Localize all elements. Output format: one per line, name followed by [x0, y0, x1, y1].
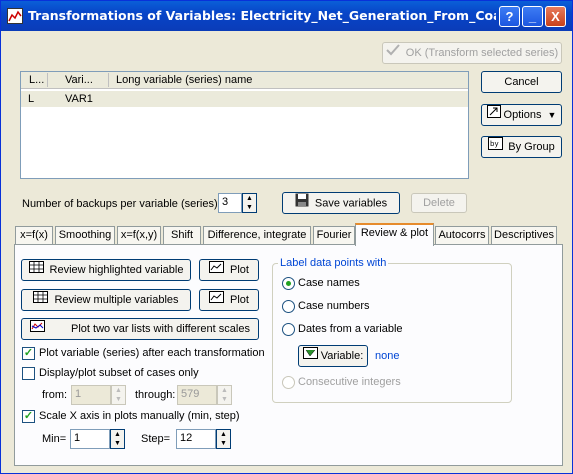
- backups-label: Number of backups per variable (series):: [22, 198, 221, 210]
- column-header-long-name[interactable]: Long variable (series) name: [116, 74, 252, 86]
- label-group-title: Label data points with: [278, 257, 389, 269]
- save-variables-label: Save variables: [314, 197, 388, 210]
- column-header-l[interactable]: L...: [29, 74, 44, 86]
- radio-case-names[interactable]: [282, 277, 295, 290]
- radio-dates-from-variable[interactable]: [282, 323, 295, 336]
- tab-x-f-x-y[interactable]: x=f(x,y): [117, 226, 161, 245]
- from-label: from:: [42, 389, 68, 401]
- spreadsheet-icon: [28, 260, 44, 280]
- title-bar[interactable]: Transformations of Variables: Electricit…: [1, 1, 572, 31]
- plot-highlighted-button[interactable]: Plot: [199, 259, 259, 281]
- case-names-label: Case names: [298, 277, 360, 289]
- dual-axis-graph-icon: [30, 319, 46, 339]
- tab-shift[interactable]: Shift: [163, 226, 201, 245]
- tab-fourier[interactable]: Fourier: [313, 226, 355, 245]
- column-header-var[interactable]: Vari...: [65, 74, 93, 86]
- step-label: Step=: [141, 433, 171, 445]
- ok-check-icon: [386, 43, 400, 63]
- tab-x-f-x[interactable]: x=f(x): [15, 226, 53, 245]
- variable-button-label: Variable:: [320, 350, 364, 362]
- ok-button[interactable]: OK (Transform selected series): [382, 42, 562, 64]
- plot-two-lists-label: Plot two var lists with different scales: [71, 323, 250, 335]
- from-spinner[interactable]: ▲ ▼: [111, 385, 126, 405]
- plot-after-checkbox[interactable]: ✓: [22, 347, 35, 360]
- by-group-label: By Group: [508, 141, 555, 153]
- subset-checkbox[interactable]: [22, 367, 35, 380]
- spin-down-icon[interactable]: ▼: [243, 203, 256, 212]
- through-input[interactable]: 579: [177, 385, 217, 405]
- cancel-button[interactable]: Cancel: [481, 71, 562, 93]
- subset-label: Display/plot subset of cases only: [39, 367, 199, 379]
- through-label: through:: [135, 389, 176, 401]
- svg-text:by: by: [490, 140, 499, 148]
- floppy-disk-icon: [295, 193, 309, 213]
- table-row[interactable]: L VAR1: [21, 91, 468, 107]
- close-button[interactable]: X: [545, 6, 566, 27]
- chart-app-icon: [7, 8, 23, 24]
- radio-case-numbers[interactable]: [282, 300, 295, 313]
- variable-button[interactable]: Variable:: [298, 345, 368, 367]
- dropdown-arrow-icon: ▼: [547, 110, 557, 120]
- options-button[interactable]: Options ▼: [481, 104, 562, 126]
- variable-value: none: [375, 350, 400, 362]
- min-input[interactable]: 1: [70, 429, 110, 449]
- tab-descriptives[interactable]: Descriptives: [491, 226, 557, 245]
- line-graph-icon: [209, 260, 225, 280]
- minimize-button[interactable]: _: [522, 6, 543, 27]
- plot-two-lists-button[interactable]: Plot two var lists with different scales: [21, 318, 259, 340]
- case-numbers-label: Case numbers: [298, 300, 370, 312]
- scale-x-checkbox[interactable]: ✓: [22, 410, 35, 423]
- variable-select-icon: [302, 346, 318, 366]
- plot-multiple-label: Plot: [230, 294, 249, 306]
- spreadsheet-icon: [33, 290, 49, 310]
- spin-up-icon[interactable]: ▲: [243, 194, 256, 203]
- row-var-cell: VAR1: [65, 93, 93, 105]
- delete-button[interactable]: Delete: [411, 193, 467, 213]
- tab-difference-integrate[interactable]: Difference, integrate: [203, 226, 311, 245]
- min-spinner[interactable]: ▲ ▼: [110, 429, 125, 449]
- by-group-icon: by: [488, 137, 504, 157]
- options-label: Options: [503, 109, 542, 121]
- help-button[interactable]: ?: [499, 6, 520, 27]
- review-highlighted-button[interactable]: Review highlighted variable: [21, 259, 191, 281]
- step-input[interactable]: 12: [176, 429, 216, 449]
- dialog-window: Transformations of Variables: Electricit…: [0, 0, 573, 474]
- options-icon: [486, 105, 501, 125]
- by-group-button[interactable]: by By Group: [481, 136, 562, 158]
- window-title: Transformations of Variables: Electricit…: [28, 8, 496, 23]
- tab-smoothing[interactable]: Smoothing: [55, 226, 115, 245]
- through-spinner[interactable]: ▲ ▼: [217, 385, 232, 405]
- save-variables-button[interactable]: Save variables: [282, 192, 400, 214]
- backups-input[interactable]: 3: [218, 193, 242, 213]
- review-multiple-label: Review multiple variables: [54, 294, 179, 306]
- min-label: Min=: [42, 433, 67, 445]
- review-highlighted-label: Review highlighted variable: [49, 264, 184, 276]
- plot-highlighted-label: Plot: [230, 264, 249, 276]
- ok-label: OK (Transform selected series): [405, 47, 559, 59]
- line-graph-icon: [209, 290, 225, 310]
- variables-list[interactable]: L... Vari... Long variable (series) name…: [20, 71, 469, 179]
- consecutive-integers-label: Consecutive integers: [298, 376, 401, 388]
- plot-multiple-button[interactable]: Plot: [199, 289, 259, 311]
- step-spinner[interactable]: ▲ ▼: [216, 429, 231, 449]
- tab-autocorrs[interactable]: Autocorrs: [435, 226, 489, 245]
- backups-spinner[interactable]: ▲ ▼: [242, 193, 257, 213]
- dates-from-variable-label: Dates from a variable: [298, 323, 403, 335]
- from-input[interactable]: 1: [71, 385, 111, 405]
- scale-x-label: Scale X axis in plots manually (min, ste…: [39, 410, 240, 422]
- row-l-cell: L: [28, 93, 35, 105]
- review-plot-panel: Review highlighted variable Plot Review …: [14, 244, 563, 466]
- radio-consecutive-integers[interactable]: [282, 376, 295, 389]
- plot-after-label: Plot variable (series) after each transf…: [39, 347, 265, 359]
- list-header: L... Vari... Long variable (series) name: [21, 72, 468, 89]
- review-multiple-button[interactable]: Review multiple variables: [21, 289, 191, 311]
- tab-review-plot[interactable]: Review & plot: [355, 223, 434, 246]
